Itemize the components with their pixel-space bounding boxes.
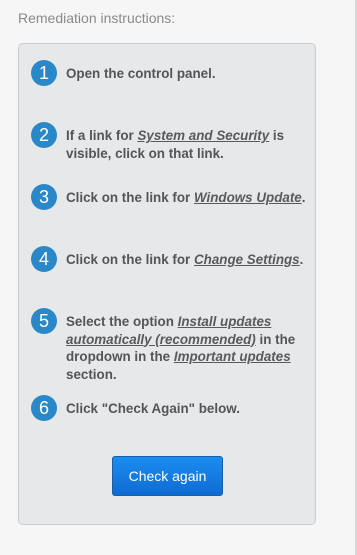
step-text: Open the control panel. xyxy=(66,65,313,83)
step-number-badge: 2 xyxy=(31,122,57,148)
section-title: Remediation instructions: xyxy=(18,10,176,26)
step-text-part: . xyxy=(299,252,304,267)
step-text: Click "Check Again" below. xyxy=(66,400,313,418)
step-text-part: Click on the link for xyxy=(66,190,194,205)
step-number-badge: 1 xyxy=(31,60,57,86)
check-again-button[interactable]: Check again xyxy=(112,456,223,496)
step-text-part: Open the control panel. xyxy=(66,66,216,81)
change-settings-link[interactable]: Change Settings xyxy=(194,252,300,267)
step-text-part: If a link for xyxy=(66,128,138,143)
step-number-badge: 5 xyxy=(31,308,57,334)
step-text: If a link for System and Security is vis… xyxy=(66,127,313,162)
step-text-part: Click on the link for xyxy=(66,252,194,267)
step-number-badge: 4 xyxy=(31,246,57,272)
step-text-part: . xyxy=(301,190,306,205)
step-number-badge: 6 xyxy=(31,395,57,421)
step-text: Select the option Install updates automa… xyxy=(66,313,313,383)
step-text: Click on the link for Windows Update. xyxy=(66,189,313,207)
important-updates-link[interactable]: Important updates xyxy=(174,349,291,364)
windows-update-link[interactable]: Windows Update xyxy=(194,190,302,205)
step-number-badge: 3 xyxy=(31,184,57,210)
step-text-part: Click "Check Again" below. xyxy=(66,401,240,416)
instructions-panel: 1 Open the control panel. 2 If a link fo… xyxy=(18,43,316,525)
step-text: Click on the link for Change Settings. xyxy=(66,251,313,269)
step-text-part: Select the option xyxy=(66,314,178,329)
step-text-part: section. xyxy=(66,366,117,382)
system-and-security-link[interactable]: System and Security xyxy=(137,128,269,143)
